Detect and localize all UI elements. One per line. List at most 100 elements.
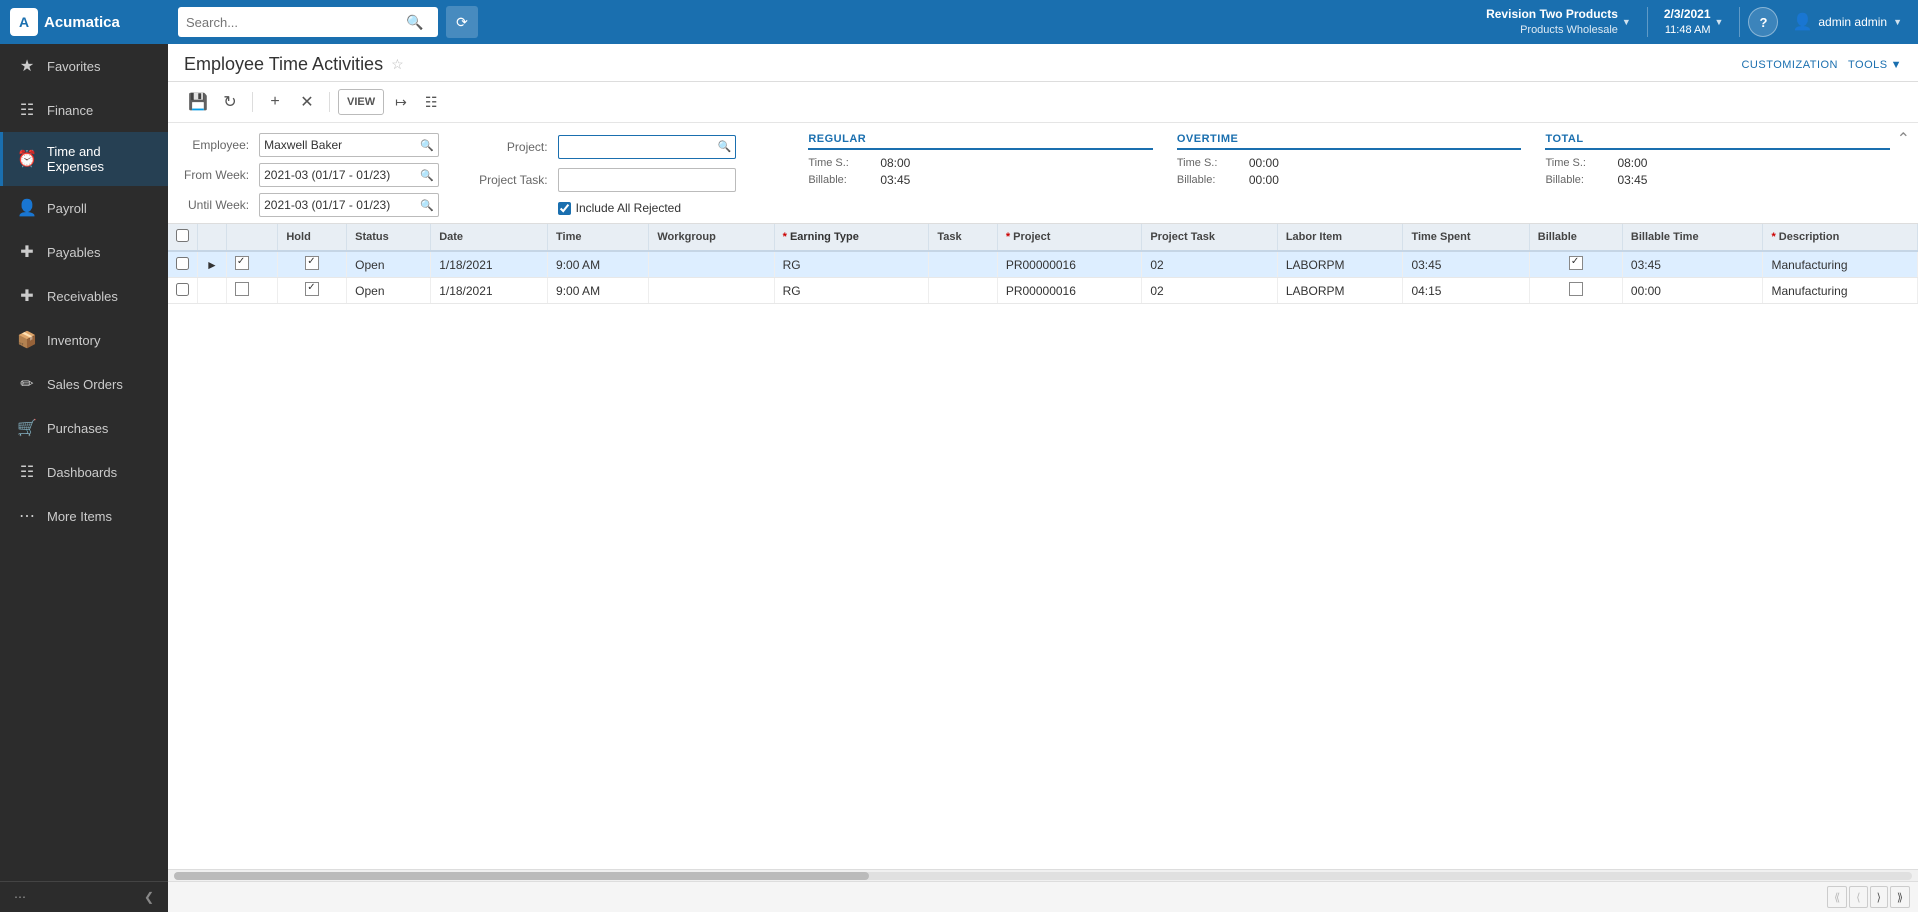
- page-header: Employee Time Activities ☆ CUSTOMIZATION…: [168, 44, 1918, 82]
- th-description[interactable]: * Description: [1763, 224, 1918, 251]
- th-status[interactable]: Status: [347, 224, 431, 251]
- th-task[interactable]: Task: [929, 224, 998, 251]
- more-items-icon: ⋯: [17, 506, 37, 526]
- user-menu[interactable]: 👤 admin admin ▼: [1786, 12, 1908, 32]
- project-task-field[interactable]: [558, 168, 737, 192]
- td-hold-row1[interactable]: [278, 251, 347, 278]
- td-labor-item-row1: LABORPM: [1277, 251, 1403, 278]
- th-billable-time[interactable]: Billable Time: [1622, 224, 1763, 251]
- th-earning-type[interactable]: * Earning Type: [774, 224, 929, 251]
- sidebar-item-finance[interactable]: ☷ Finance: [0, 88, 168, 132]
- logo[interactable]: A Acumatica: [10, 8, 170, 36]
- td-hold-row2[interactable]: [278, 278, 347, 304]
- employee-lookup-icon[interactable]: 🔍: [420, 139, 434, 152]
- td-project-task-row1: 02: [1142, 251, 1277, 278]
- view-button[interactable]: VIEW: [338, 89, 384, 115]
- date-chevron-icon: ▼: [1715, 17, 1724, 27]
- tools-button[interactable]: TOOLS ▼: [1848, 59, 1902, 71]
- td-select-row2[interactable]: [168, 278, 198, 304]
- td-time-spent-row1: 03:45: [1403, 251, 1529, 278]
- date-selector[interactable]: 2/3/2021 11:48 AM ▼: [1656, 7, 1732, 37]
- left-form: Employee: Maxwell Baker 🔍 From Week: 202…: [184, 133, 439, 217]
- project-field[interactable]: 🔍: [558, 135, 737, 159]
- collapse-form-icon[interactable]: ⌃: [1897, 129, 1910, 149]
- th-labor-item[interactable]: Labor Item: [1277, 224, 1403, 251]
- delete-row-button[interactable]: ✕: [293, 88, 321, 116]
- project-input[interactable]: [563, 140, 718, 154]
- search-box[interactable]: 🔍: [178, 7, 438, 37]
- help-button[interactable]: ?: [1748, 7, 1778, 37]
- sidebar-item-payables[interactable]: ✚ Payables: [0, 230, 168, 274]
- first-page-button[interactable]: ⟪: [1827, 886, 1847, 908]
- export-button[interactable]: ☷: [418, 88, 445, 116]
- payroll-icon: 👤: [17, 198, 37, 218]
- employee-field[interactable]: Maxwell Baker 🔍: [259, 133, 439, 157]
- last-page-button[interactable]: ⟫: [1890, 886, 1910, 908]
- billable-total-value: 03:45: [1617, 173, 1647, 187]
- undo-button[interactable]: ↻: [216, 88, 244, 116]
- th-project-task[interactable]: Project Task: [1142, 224, 1277, 251]
- td-expand-row2[interactable]: [198, 278, 227, 304]
- th-workgroup[interactable]: Workgroup: [649, 224, 774, 251]
- include-all-rejected-label: Include All Rejected: [576, 201, 681, 215]
- td-billable-row1[interactable]: [1529, 251, 1622, 278]
- sidebar-item-receivables[interactable]: ✚ Receivables: [0, 274, 168, 318]
- table-row[interactable]: ► Open 1/18/2021 9:00 AM RG PR00: [168, 251, 1918, 278]
- sidebar-item-inventory[interactable]: 📦 Inventory: [0, 318, 168, 362]
- billable-total-label: Billable:: [1545, 174, 1605, 186]
- until-week-field[interactable]: 2021-03 (01/17 - 01/23) 🔍: [259, 193, 439, 217]
- sidebar-item-payroll[interactable]: 👤 Payroll: [0, 186, 168, 230]
- sidebar-item-purchases[interactable]: 🛒 Purchases: [0, 406, 168, 450]
- select-all-checkbox[interactable]: [176, 229, 189, 242]
- logo-icon: A: [10, 8, 38, 36]
- td-date-row1: 1/18/2021: [431, 251, 548, 278]
- td-expand-row1[interactable]: ►: [198, 251, 227, 278]
- sidebar-item-favorites[interactable]: ★ Favorites: [0, 44, 168, 88]
- th-select-all[interactable]: [168, 224, 198, 251]
- logo-text: Acumatica: [44, 14, 120, 31]
- from-week-lookup-icon[interactable]: 🔍: [420, 169, 434, 182]
- sidebar-collapse[interactable]: ⋯ ❮: [0, 881, 168, 912]
- th-time[interactable]: Time: [548, 224, 649, 251]
- th-time-spent[interactable]: Time Spent: [1403, 224, 1529, 251]
- horizontal-scrollbar[interactable]: [168, 869, 1918, 881]
- include-all-rejected-checkbox[interactable]: [558, 202, 571, 215]
- td-task-row1: [929, 251, 998, 278]
- th-billable[interactable]: Billable: [1529, 224, 1622, 251]
- th-hold[interactable]: Hold: [278, 224, 347, 251]
- fit-columns-button[interactable]: ↦: [388, 88, 414, 116]
- td-billable-row2[interactable]: [1529, 278, 1622, 304]
- td-select-row1[interactable]: [168, 251, 198, 278]
- save-button[interactable]: 💾: [184, 88, 212, 116]
- doc-checkbox-row2: [235, 282, 249, 296]
- td-task-row2: [929, 278, 998, 304]
- scrollbar-thumb[interactable]: [174, 872, 869, 880]
- td-description-row1: Manufacturing: [1763, 251, 1918, 278]
- sidebar-item-more-items[interactable]: ⋯ More Items: [0, 494, 168, 538]
- time-spent-total-value: 08:00: [1617, 156, 1647, 170]
- receivables-icon: ✚: [17, 286, 37, 306]
- company-selector[interactable]: Revision Two Products Products Wholesale…: [1478, 7, 1639, 37]
- from-week-field[interactable]: 2021-03 (01/17 - 01/23) 🔍: [259, 163, 439, 187]
- sidebar-item-dashboards[interactable]: ☷ Dashboards: [0, 450, 168, 494]
- ellipsis-icon: ⋯: [14, 890, 26, 904]
- history-button[interactable]: ⟳: [446, 6, 478, 38]
- until-week-label: Until Week:: [184, 198, 255, 212]
- td-doc-row1[interactable]: [226, 251, 277, 278]
- next-page-button[interactable]: ⟩: [1870, 886, 1888, 908]
- billable-checkbox-row1: [1569, 256, 1583, 270]
- until-week-lookup-icon[interactable]: 🔍: [420, 199, 434, 212]
- search-input[interactable]: [186, 15, 406, 30]
- add-row-button[interactable]: +: [261, 88, 289, 116]
- th-project[interactable]: * Project: [997, 224, 1142, 251]
- favorite-star-icon[interactable]: ☆: [391, 56, 404, 73]
- prev-page-button[interactable]: ⟨: [1849, 886, 1867, 908]
- td-date-row2: 1/18/2021: [431, 278, 548, 304]
- td-doc-row2[interactable]: [226, 278, 277, 304]
- sidebar-item-time-expenses[interactable]: ⏰ Time and Expenses: [0, 132, 168, 186]
- customization-button[interactable]: CUSTOMIZATION: [1741, 59, 1838, 71]
- project-lookup-icon[interactable]: 🔍: [718, 140, 732, 153]
- table-row[interactable]: Open 1/18/2021 9:00 AM RG PR00000016 02 …: [168, 278, 1918, 304]
- th-date[interactable]: Date: [431, 224, 548, 251]
- sidebar-item-sales-orders[interactable]: ✏ Sales Orders: [0, 362, 168, 406]
